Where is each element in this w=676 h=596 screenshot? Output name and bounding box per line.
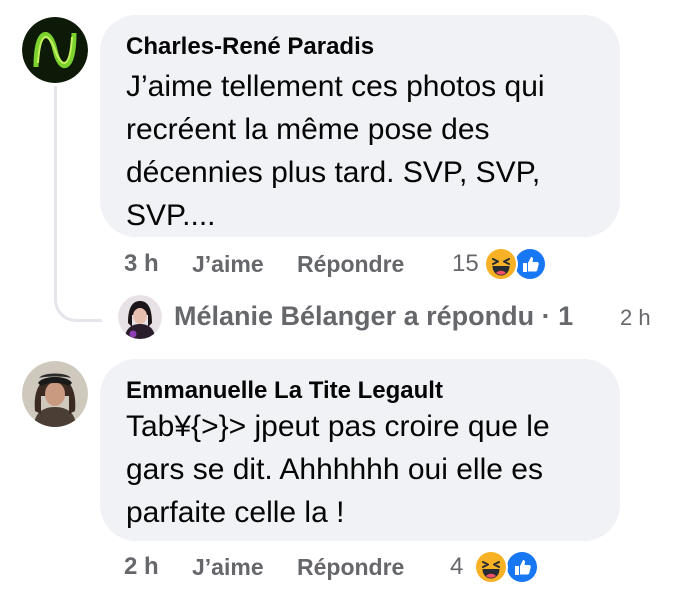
like-icon[interactable] (513, 247, 547, 281)
avatar-melanie-belanger (118, 295, 162, 339)
replier-label[interactable]: Mélanie Bélanger a répondu · 1 (174, 301, 573, 332)
comment-text: Tab¥{>}> jpeut pas croire que le gars se… (126, 410, 550, 529)
view-replies-link[interactable]: Mélanie Bélanger a répondu · 1 2 h (118, 295, 674, 343)
avatar-charles-rene-paradis[interactable] (22, 17, 88, 83)
comment-timestamp[interactable]: 2 h (124, 550, 159, 584)
comment-author[interactable]: Emmanuelle La Tite Legault (126, 377, 443, 405)
haha-icon[interactable] (474, 550, 508, 584)
reply-button[interactable]: Répondre (297, 247, 404, 281)
comment-timestamp[interactable]: 3 h (124, 247, 159, 281)
reply-timestamp: 2 h (620, 305, 651, 330)
like-button[interactable]: J’aime (192, 550, 264, 584)
comment-actions: 3 h J’aime Répondre 15 (124, 247, 564, 281)
replier-name: Mélanie Bélanger a répondu (174, 301, 535, 331)
reply-button[interactable]: Répondre (297, 550, 404, 584)
like-icon[interactable] (505, 550, 539, 584)
separator-dot: · (541, 301, 551, 331)
reply-thread-connector (54, 86, 102, 322)
comment-bubble: Emmanuelle La Tite Legault Tab¥{>}> jpeu… (100, 359, 620, 541)
reaction-count[interactable]: 15 (452, 247, 479, 281)
avatar-emmanuelle-la-tite-legault[interactable] (22, 361, 88, 427)
reply-count: 1 (558, 301, 574, 331)
comment-bubble: Charles-René Paradis J’aime tellement ce… (100, 15, 620, 237)
comment-author[interactable]: Charles-René Paradis (126, 33, 374, 61)
comment-thread: Charles-René Paradis J’aime tellement ce… (0, 0, 676, 596)
like-button[interactable]: J’aime (192, 247, 264, 281)
haha-icon[interactable] (484, 247, 518, 281)
comment-actions: 2 h J’aime Répondre 4 (124, 550, 564, 584)
comment-text: J’aime tellement ces photos qui recréent… (126, 70, 545, 232)
reaction-count[interactable]: 4 (450, 550, 463, 584)
